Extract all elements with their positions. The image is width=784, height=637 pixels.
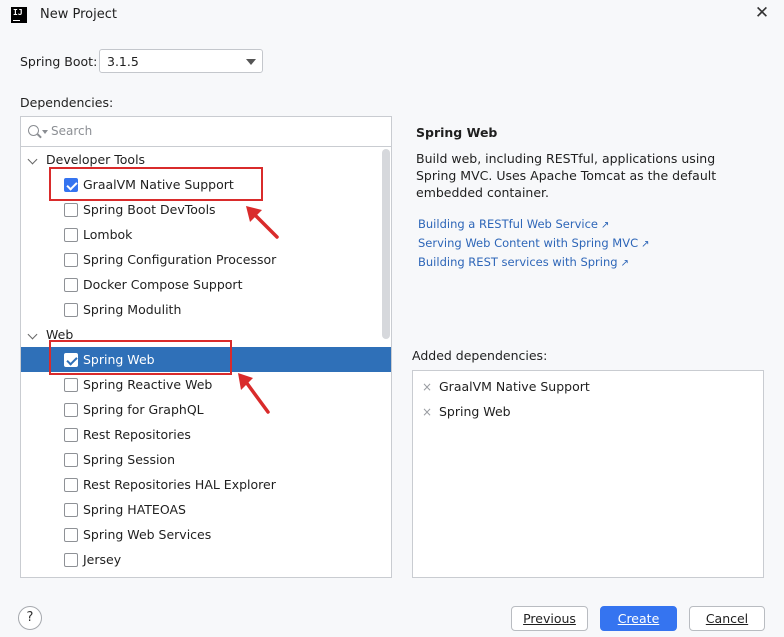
dependency-label: Spring Session: [83, 452, 176, 467]
dependency-item[interactable]: Rest Repositories HAL Explorer: [21, 472, 381, 497]
dependency-checkbox[interactable]: [64, 453, 78, 467]
dependencies-label: Dependencies:: [20, 95, 114, 110]
dependency-checkbox[interactable]: [64, 303, 78, 317]
dependency-label: Spring Modulith: [83, 302, 182, 317]
added-dependency-label: Spring Web: [439, 404, 511, 419]
added-dependency-item: × GraalVM Native Support: [413, 375, 763, 399]
title-bar: IJ New Project ✕: [0, 0, 784, 30]
dependency-label: Spring Reactive Web: [83, 377, 213, 392]
tree-group-web[interactable]: Web: [21, 322, 381, 347]
link-building-rest-services[interactable]: Building REST services with Spring ↗: [418, 255, 629, 269]
tree-group-label: Web: [46, 327, 74, 342]
dependency-item[interactable]: Lombok: [21, 222, 381, 247]
search-input[interactable]: [51, 124, 381, 138]
dependency-checkbox[interactable]: [64, 353, 78, 367]
dependency-checkbox[interactable]: [64, 428, 78, 442]
dependency-checkbox[interactable]: [64, 228, 78, 242]
dependency-label: Spring Web Services: [83, 527, 212, 542]
spring-boot-version-value: 3.1.5: [107, 54, 139, 69]
close-icon[interactable]: ✕: [752, 3, 772, 23]
search-icon[interactable]: [28, 125, 39, 136]
dependency-label: Spring Web: [83, 352, 155, 367]
remove-icon[interactable]: ×: [422, 400, 432, 424]
link-label[interactable]: Serving Web Content with Spring MVC: [418, 236, 638, 250]
dependency-item[interactable]: Rest Repositories: [21, 422, 381, 447]
create-button[interactable]: Create: [600, 606, 677, 631]
dependency-tree[interactable]: Developer Tools GraalVM Native Support Spr…: [20, 146, 392, 578]
dependency-checkbox[interactable]: [64, 253, 78, 267]
dependency-label: Jersey: [83, 552, 122, 567]
dependency-item[interactable]: Spring Session: [21, 447, 381, 472]
cancel-button[interactable]: Cancel: [689, 606, 765, 631]
dependency-item[interactable]: Spring Web Services: [21, 522, 381, 547]
dependency-checkbox[interactable]: [64, 378, 78, 392]
search-history-caret-icon[interactable]: [42, 130, 48, 134]
dependency-label: GraalVM Native Support: [83, 177, 234, 192]
tree-scrollbar-thumb[interactable]: [382, 149, 390, 339]
chevron-down-icon[interactable]: [27, 154, 38, 165]
dependency-item[interactable]: GraalVM Native Support: [21, 172, 381, 197]
dependency-label: Spring Boot DevTools: [83, 202, 216, 217]
dependency-label: Spring HATEOAS: [83, 502, 186, 517]
link-serving-web-content[interactable]: Serving Web Content with Spring MVC ↗: [418, 236, 650, 250]
dependency-item[interactable]: Docker Compose Support: [21, 272, 381, 297]
link-building-restful-web-service[interactable]: Building a RESTful Web Service ↗: [418, 217, 609, 231]
window-title: New Project: [40, 7, 117, 22]
dependency-checkbox[interactable]: [64, 278, 78, 292]
added-dependencies-list: × GraalVM Native Support × Spring Web: [412, 370, 764, 578]
remove-icon[interactable]: ×: [422, 375, 432, 399]
dependency-checkbox[interactable]: [64, 203, 78, 217]
dependency-checkbox[interactable]: [64, 503, 78, 517]
dependency-item[interactable]: Spring for GraphQL: [21, 397, 381, 422]
external-link-icon: ↗: [601, 220, 610, 231]
previous-button[interactable]: Previous: [511, 606, 588, 631]
detail-title: Spring Web: [416, 125, 498, 140]
dependency-checkbox[interactable]: [64, 553, 78, 567]
dependency-item[interactable]: Spring Web: [21, 347, 391, 372]
link-label[interactable]: Building a RESTful Web Service: [418, 217, 598, 231]
dependency-label: Lombok: [83, 227, 133, 242]
dependency-search[interactable]: [20, 116, 392, 146]
dependency-label: Rest Repositories: [83, 427, 191, 442]
intellij-app-icon: IJ: [11, 7, 27, 23]
dependency-checkbox[interactable]: [64, 403, 78, 417]
added-dependencies-label: Added dependencies:: [412, 348, 548, 363]
dependency-item[interactable]: Spring Boot DevTools: [21, 197, 381, 222]
help-button[interactable]: ?: [18, 606, 42, 630]
dependency-checkbox[interactable]: [64, 528, 78, 542]
tree-group-label: Developer Tools: [46, 152, 146, 167]
dependency-label: Spring for GraphQL: [83, 402, 204, 417]
link-label[interactable]: Building REST services with Spring: [418, 255, 618, 269]
dependency-item[interactable]: Jersey: [21, 547, 381, 572]
added-dependency-item: × Spring Web: [413, 400, 763, 424]
spring-boot-label: Spring Boot:: [20, 54, 98, 69]
chevron-down-icon[interactable]: [27, 329, 38, 340]
external-link-icon: ↗: [620, 258, 629, 269]
dependency-item[interactable]: Spring Modulith: [21, 297, 381, 322]
dependency-item[interactable]: Spring HATEOAS: [21, 497, 381, 522]
detail-description: Build web, including RESTful, applicatio…: [416, 151, 717, 200]
dependency-checkbox[interactable]: [64, 178, 78, 192]
dependency-item[interactable]: Spring Configuration Processor: [21, 247, 381, 272]
chevron-down-icon: [246, 59, 256, 65]
dependency-checkbox[interactable]: [64, 478, 78, 492]
spring-boot-version-select[interactable]: 3.1.5: [99, 49, 263, 73]
added-dependency-label: GraalVM Native Support: [439, 379, 590, 394]
tree-group-developer-tools[interactable]: Developer Tools: [21, 147, 381, 172]
dependency-label: Rest Repositories HAL Explorer: [83, 477, 276, 492]
dependency-item[interactable]: Spring Reactive Web: [21, 372, 381, 397]
external-link-icon: ↗: [641, 239, 650, 250]
dependency-label: Spring Configuration Processor: [83, 252, 277, 267]
dependency-label: Docker Compose Support: [83, 277, 243, 292]
